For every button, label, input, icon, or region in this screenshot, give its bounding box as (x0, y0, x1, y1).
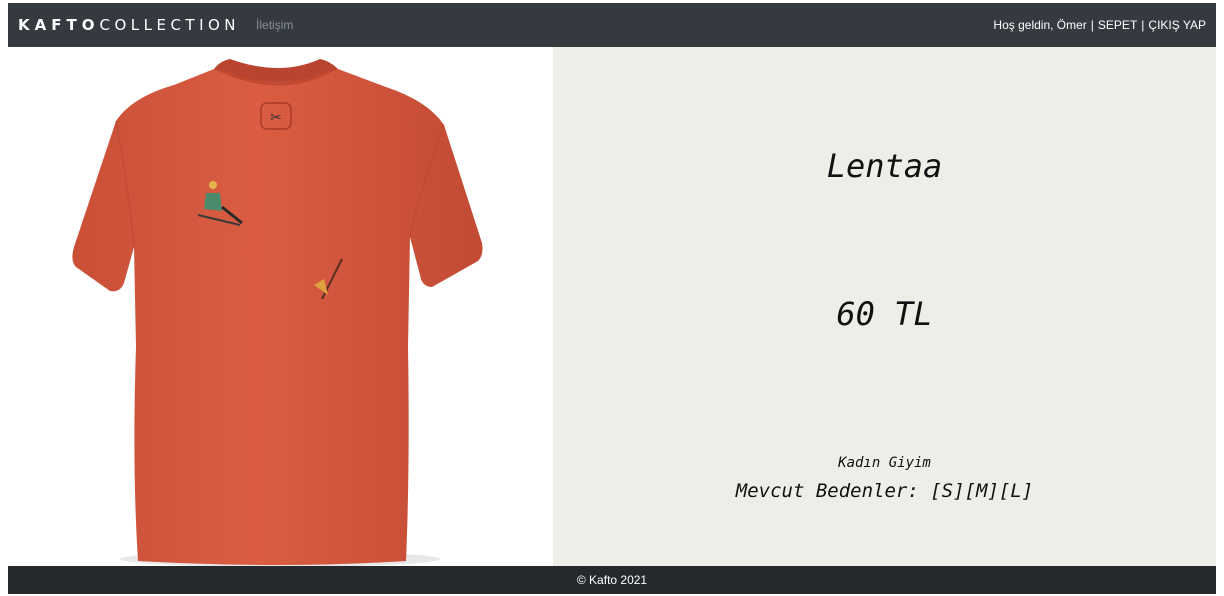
navbar-right: Hoş geldin, Ömer | SEPET | ÇIKIŞ YAP (993, 18, 1206, 32)
product-info-panel: Lentaa 60 TL Kadın Giyim Mevcut Bedenler… (553, 47, 1216, 566)
greeting-text: Hoş geldin, Ömer (993, 18, 1087, 32)
product-category: Kadın Giyim (838, 455, 931, 471)
logout-link[interactable]: ÇIKIŞ YAP (1148, 18, 1206, 32)
brand-bold-text: KAFTO (18, 16, 100, 34)
product-name: Lentaa (826, 147, 943, 185)
separator: | (1090, 18, 1094, 32)
brand-logo[interactable]: KAFTO COLLECTION (18, 16, 240, 34)
brand-light-text: COLLECTION (99, 16, 241, 34)
scissors-icon: ✂ (270, 110, 282, 126)
tshirt-image: ✂ (72, 59, 483, 566)
separator: | (1141, 18, 1145, 32)
cart-link[interactable]: SEPET (1098, 18, 1137, 32)
contact-link[interactable]: İletişim (256, 18, 293, 32)
product-price: 60 TL (836, 295, 933, 333)
navbar-left: KAFTO COLLECTION İletişim (18, 16, 293, 34)
product-image: ✂ (8, 47, 553, 566)
copyright-text: © Kafto 2021 (576, 573, 648, 587)
product-sizes: Mevcut Bedenler: [S][M][L] (735, 480, 1034, 502)
footer: © Kafto 2021 (8, 566, 1216, 594)
navbar: KAFTO COLLECTION İletişim Hoş geldin, Öm… (8, 3, 1216, 47)
shirt-body (72, 69, 483, 565)
